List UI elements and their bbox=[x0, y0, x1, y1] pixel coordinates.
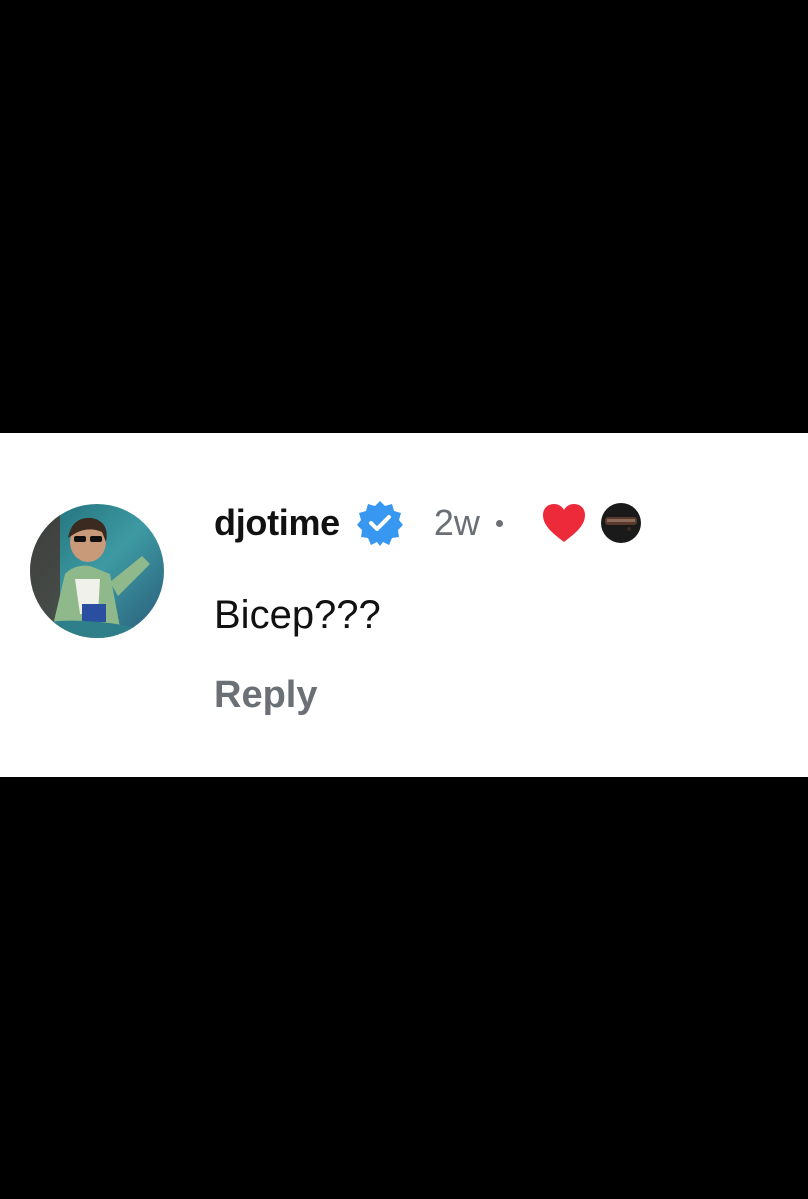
username[interactable]: djotime bbox=[214, 502, 340, 544]
bottom-black-band bbox=[0, 777, 808, 1199]
separator-dot bbox=[495, 519, 503, 527]
creator-like-avatar bbox=[598, 501, 643, 545]
comment-timestamp: 2w bbox=[433, 502, 480, 543]
commenter-avatar[interactable] bbox=[30, 504, 164, 638]
comment-text: Bicep??? bbox=[214, 593, 381, 637]
heart-icon[interactable] bbox=[541, 502, 587, 544]
top-black-band bbox=[0, 0, 808, 433]
verified-badge-icon bbox=[356, 499, 404, 547]
comment-header: djotime 2w bbox=[214, 495, 643, 551]
reply-button[interactable]: Reply bbox=[214, 669, 317, 721]
comment-card: djotime 2w Bicep??? Reply bbox=[0, 433, 808, 777]
